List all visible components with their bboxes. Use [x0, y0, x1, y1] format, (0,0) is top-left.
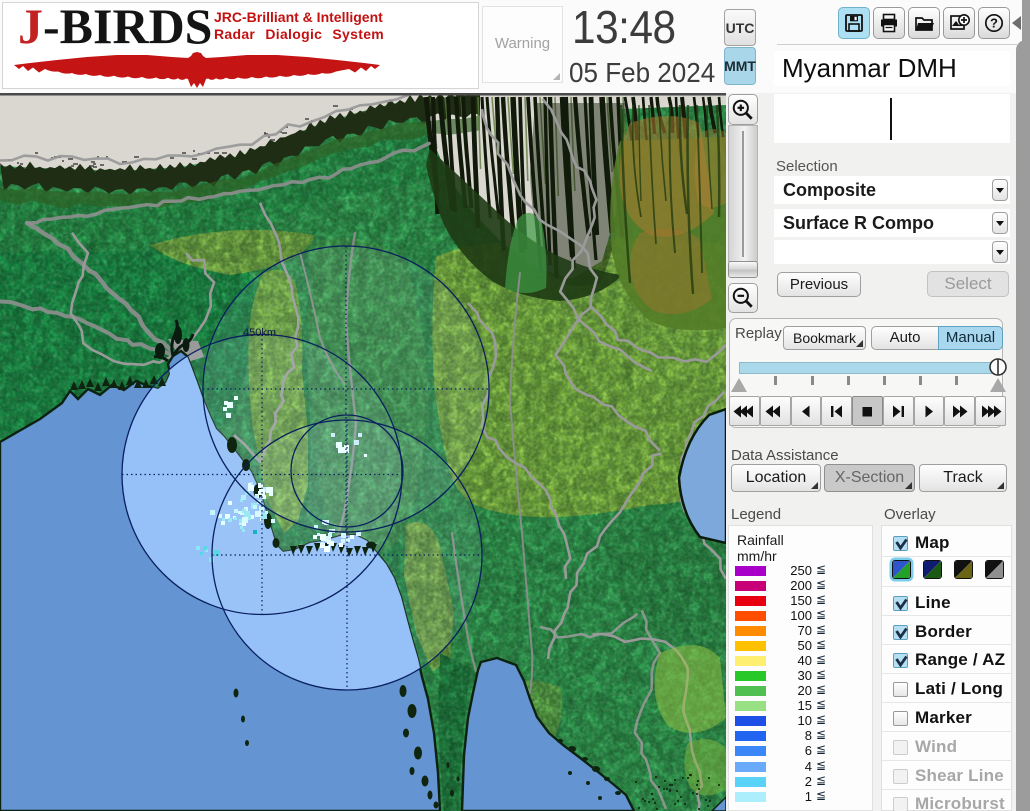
svg-text:?: ? — [990, 16, 998, 31]
svg-text:450km: 450km — [243, 327, 276, 339]
